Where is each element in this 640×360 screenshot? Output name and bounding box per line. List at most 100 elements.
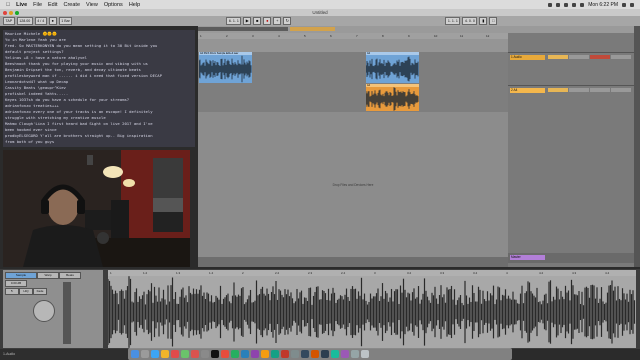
app-icon[interactable] [331, 350, 339, 358]
close-window-icon[interactable] [3, 10, 7, 15]
safari-icon[interactable] [151, 350, 159, 358]
app-icon[interactable] [251, 350, 259, 358]
track-name-2[interactable]: 2 A4 [510, 88, 545, 93]
window-title: Untitled [312, 10, 328, 15]
app-icon[interactable] [261, 350, 269, 358]
sample-ruler-label: 4.2 [539, 271, 544, 275]
record-icon[interactable]: ● [263, 17, 272, 25]
play-icon[interactable]: ▶ [243, 17, 252, 25]
hiq-button[interactable]: HiQ [19, 288, 33, 295]
quantize-menu[interactable]: 1 Bar [58, 17, 73, 25]
macos-menubar:  Live File Edit Create View Options Hel… [0, 0, 640, 9]
track-audio-1-lane[interactable]: A4 Pitch Drum Sample Edit+4.wav A4 [198, 52, 508, 84]
warp-mode-menu[interactable]: Beats [59, 272, 81, 279]
arm-button[interactable] [590, 55, 610, 59]
tap-tempo-button[interactable]: TAP [3, 17, 15, 25]
master-track-name[interactable]: Master [510, 255, 545, 260]
menu-list-icon[interactable] [630, 2, 634, 7]
downloads-icon[interactable] [351, 350, 359, 358]
tempo-field[interactable]: 128.00 [16, 17, 33, 25]
loop-brace-bar[interactable] [198, 26, 640, 33]
music-icon[interactable] [191, 350, 199, 358]
mixer-track-2[interactable]: 2 A4 [508, 85, 634, 112]
app-icon[interactable] [341, 350, 349, 358]
metronome-icon[interactable]: ● [48, 17, 57, 25]
notes-icon[interactable] [161, 350, 169, 358]
right-sidebar-toggles[interactable] [634, 26, 640, 267]
app-icon[interactable] [291, 350, 299, 358]
audio-clip[interactable]: A4 Pitch Drum Sample Edit+4.wav [199, 52, 252, 83]
menubar-clock[interactable]: Mon 6:22 PM [588, 2, 618, 8]
menu-live[interactable]: Live [16, 2, 27, 8]
ableton-live-icon[interactable] [211, 350, 219, 358]
wifi-icon[interactable] [572, 2, 577, 7]
app-icon[interactable] [241, 350, 249, 358]
arrangement-position-field[interactable]: 6. 1. 1 [226, 17, 242, 25]
apple-menu-icon[interactable]:  [6, 2, 10, 8]
fade-button[interactable]: Fade [33, 288, 47, 295]
arm-button[interactable] [590, 88, 610, 92]
menu-file[interactable]: File [33, 2, 42, 8]
gain-slider[interactable] [63, 282, 71, 344]
track-name-1[interactable]: 1 Audio [510, 55, 545, 60]
menu-help[interactable]: Help [129, 2, 140, 8]
menu-edit[interactable]: Edit [48, 2, 57, 8]
ruler-bar-label: 8 [382, 34, 384, 38]
track-activator-button[interactable] [548, 88, 568, 92]
overview-strip[interactable] [198, 27, 288, 31]
loop-brace[interactable] [290, 27, 335, 31]
menu-create[interactable]: Create [64, 2, 81, 8]
app-icon[interactable] [221, 350, 229, 358]
status-icon[interactable] [548, 2, 553, 7]
ruler-bar-label: 7 [356, 34, 358, 38]
trash-icon[interactable] [361, 350, 369, 358]
ruler-bar-label: 2 [226, 34, 228, 38]
app-icon[interactable] [301, 350, 309, 358]
solo-button[interactable] [569, 55, 589, 59]
monitor-button[interactable] [611, 88, 631, 92]
drop-zone[interactable]: Drop Files and Devices Here [198, 112, 508, 257]
overdub-icon[interactable]: + [273, 17, 282, 25]
loop-length-field[interactable]: 4. 0. 0 [462, 17, 478, 25]
app-icon[interactable] [321, 350, 329, 358]
app-icon[interactable] [271, 350, 279, 358]
loop-button[interactable]: ↻ [5, 288, 19, 295]
calendar-icon[interactable] [171, 350, 179, 358]
system-preferences-icon[interactable] [201, 350, 209, 358]
time-signature-field[interactable]: 4 / 4 [34, 17, 47, 25]
monitor-button[interactable] [611, 55, 631, 59]
webcam-feed [3, 150, 190, 267]
menu-view[interactable]: View [86, 2, 98, 8]
menu-options[interactable]: Options [104, 2, 123, 8]
stop-icon[interactable]: ■ [253, 17, 262, 25]
clip-name-field[interactable]: Sample [5, 272, 37, 279]
app-icon[interactable] [231, 350, 239, 358]
app-icon[interactable] [311, 350, 319, 358]
track-audio-2-lane[interactable]: A4 [198, 84, 508, 112]
audio-clip[interactable]: A4 [366, 52, 419, 83]
gain-field[interactable]: 0.00 dB [5, 280, 27, 287]
master-track[interactable]: Master [508, 253, 634, 263]
search-icon[interactable] [622, 2, 626, 7]
sample-editor[interactable] [107, 276, 636, 348]
volume-icon[interactable] [580, 2, 585, 7]
app-icon[interactable] [281, 350, 289, 358]
minimize-window-icon[interactable] [9, 10, 13, 15]
arrangement-scrub-area[interactable] [198, 39, 508, 52]
messages-icon[interactable] [181, 350, 189, 358]
loop-start-field[interactable]: 1. 1. 1 [445, 17, 461, 25]
loop-toggle-icon[interactable]: ↻ [283, 17, 292, 25]
finder-icon[interactable] [131, 350, 139, 358]
gain-knob[interactable] [33, 300, 55, 322]
status-icon[interactable] [556, 2, 561, 7]
track-activator-button[interactable] [548, 55, 568, 59]
launchpad-icon[interactable] [141, 350, 149, 358]
zoom-window-icon[interactable] [15, 10, 19, 15]
audio-clip[interactable]: A4 [366, 84, 419, 111]
sample-ruler-label: 4 [506, 271, 508, 275]
solo-button[interactable] [569, 88, 589, 92]
mixer-track-1[interactable]: 1 Audio [508, 52, 634, 85]
status-icon[interactable] [564, 2, 569, 7]
warp-button[interactable]: Warp [37, 272, 59, 279]
arrangement-bottom-bar[interactable] [198, 257, 508, 267]
